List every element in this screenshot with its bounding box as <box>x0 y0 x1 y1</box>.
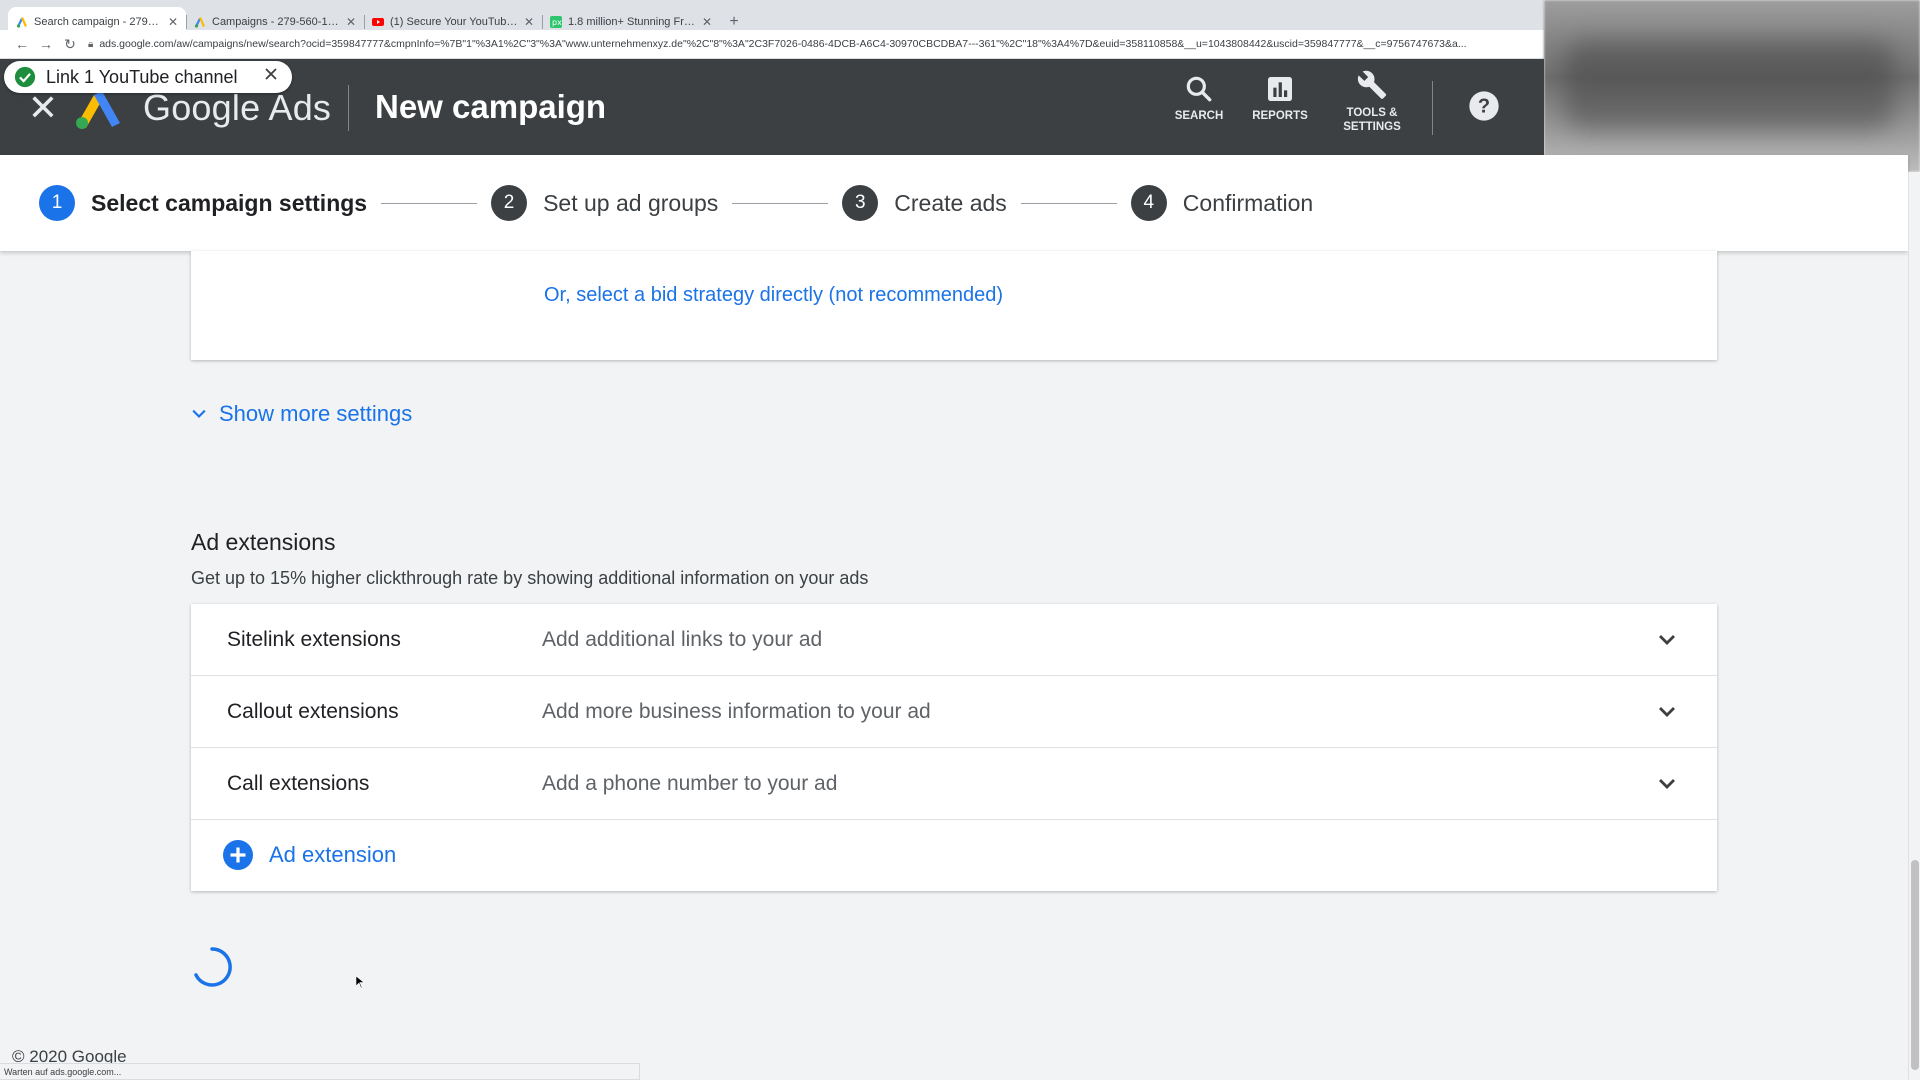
ad-extensions-title: Ad extensions <box>191 529 336 555</box>
step-label: Create ads <box>894 189 1007 216</box>
youtube-icon <box>372 16 384 28</box>
browser-status-bar: Warten auf ads.google.com... <box>0 1063 640 1080</box>
step-label: Confirmation <box>1182 189 1314 216</box>
extension-name: Call extensions <box>227 771 370 795</box>
extension-name: Callout extensions <box>227 699 399 723</box>
pixabay-icon: px <box>550 16 562 28</box>
vertical-scrollbar[interactable] <box>1908 172 1920 1080</box>
tools-label-line1: TOOLS & <box>1346 107 1398 119</box>
browser-tab-title: (1) Secure Your YouTube Account <box>390 16 518 28</box>
google-ads-icon <box>16 16 28 28</box>
reports-button[interactable]: REPORTS <box>1240 73 1320 123</box>
add-circle-icon <box>223 840 253 870</box>
extension-description: Add additional links to your ad <box>542 627 823 651</box>
search-button[interactable]: SEARCH <box>1159 73 1239 123</box>
wrench-icon <box>1357 70 1387 99</box>
step-select-campaign-settings[interactable]: 1 Select campaign settings <box>39 185 367 221</box>
step-number: 4 <box>1130 185 1167 221</box>
close-tab-icon[interactable]: ✕ <box>168 15 178 29</box>
svg-text:?: ? <box>1478 96 1490 118</box>
google-ads-icon <box>194 16 206 28</box>
reload-icon[interactable]: ↻ <box>58 36 82 53</box>
search-icon <box>1186 76 1212 102</box>
google-ads-logo <box>76 91 120 129</box>
check-circle-icon <box>14 66 36 88</box>
header-divider <box>1432 81 1433 135</box>
step-number: 1 <box>39 185 75 221</box>
search-label: SEARCH <box>1174 110 1224 122</box>
tools-settings-button[interactable]: TOOLS & SETTINGS <box>1332 68 1412 134</box>
extension-name: Sitelink extensions <box>227 627 401 651</box>
browser-tab-title: 1.8 million+ Stunning Free Images <box>568 16 696 28</box>
reports-icon <box>1268 77 1292 101</box>
close-icon[interactable]: ✕ <box>26 90 60 127</box>
chevron-down-icon[interactable] <box>1655 628 1679 652</box>
notification-text: Link 1 YouTube channel <box>46 66 238 87</box>
header-divider <box>348 85 349 131</box>
back-icon[interactable]: ← <box>10 36 34 52</box>
close-tab-icon[interactable]: ✕ <box>702 15 712 29</box>
step-create-ads[interactable]: 3 Create ads <box>842 185 1007 221</box>
extension-row-sitelink[interactable]: Sitelink extensions Add additional links… <box>191 604 1717 676</box>
browser-tab-title: Campaigns - 279-560-1893 - Google Ads <box>212 16 340 28</box>
svg-text:px: px <box>552 18 562 27</box>
chevron-down-icon[interactable] <box>1655 772 1679 796</box>
close-icon[interactable] <box>264 67 278 81</box>
address-bar[interactable]: ← → ↻ 🔒︎ ads.google.com/aw/campaigns/new… <box>0 30 1544 59</box>
add-ad-extension-button[interactable]: Ad extension <box>191 820 1717 890</box>
loading-spinner-icon <box>194 947 232 987</box>
help-icon[interactable]: ? <box>1468 90 1500 122</box>
ad-extensions-subtitle: Get up to 15% higher clickthrough rate b… <box>191 568 869 588</box>
close-tab-icon[interactable]: ✕ <box>524 15 534 29</box>
tools-label-line2: SETTINGS <box>1343 121 1401 133</box>
extension-row-callout[interactable]: Callout extensions Add more business inf… <box>191 676 1717 748</box>
notification-chip: Link 1 YouTube channel <box>4 61 292 93</box>
browser-tab-title: Search campaign - 279-560-1893 <box>34 16 162 28</box>
url-text[interactable]: ads.google.com/aw/campaigns/new/search?o… <box>99 38 1539 50</box>
campaign-stepper: 1 Select campaign settings 2 Set up ad g… <box>0 155 1908 251</box>
step-connector <box>732 202 829 204</box>
reports-label: REPORTS <box>1252 110 1308 122</box>
mouse-cursor-icon <box>356 976 364 988</box>
add-ad-extension-label: Ad extension <box>269 842 397 867</box>
extension-description: Add a phone number to your ad <box>542 771 838 795</box>
step-connector <box>381 202 478 204</box>
chevron-down-icon[interactable] <box>1655 700 1679 724</box>
step-connector <box>1020 202 1117 204</box>
blurred-background <box>1544 0 1920 172</box>
page-title: New campaign <box>375 88 607 125</box>
step-number: 3 <box>842 185 879 221</box>
step-label: Set up ad groups <box>543 189 719 216</box>
forward-icon[interactable]: → <box>34 36 58 52</box>
show-more-settings[interactable]: Show more settings <box>189 401 412 427</box>
lock-icon: 🔒︎ <box>88 38 94 50</box>
step-label: Select campaign settings <box>91 189 368 216</box>
step-confirmation[interactable]: 4 Confirmation <box>1130 185 1314 221</box>
ad-extensions-card: Sitelink extensions Add additional links… <box>191 604 1717 891</box>
scrollbar-thumb[interactable] <box>1911 860 1919 1070</box>
select-bid-strategy-link[interactable]: Or, select a bid strategy directly (not … <box>544 284 1003 307</box>
step-set-up-ad-groups[interactable]: 2 Set up ad groups <box>491 185 718 221</box>
show-more-label: Show more settings <box>219 401 413 426</box>
extension-description: Add more business information to your ad <box>542 699 931 723</box>
brand-name: Google Ads <box>143 87 332 128</box>
extension-row-call[interactable]: Call extensions Add a phone number to yo… <box>191 748 1717 820</box>
step-number: 2 <box>491 185 528 221</box>
chevron-down-icon <box>192 409 206 419</box>
close-tab-icon[interactable]: ✕ <box>346 15 356 29</box>
bidding-card: Or, select a bid strategy directly (not … <box>191 251 1717 360</box>
